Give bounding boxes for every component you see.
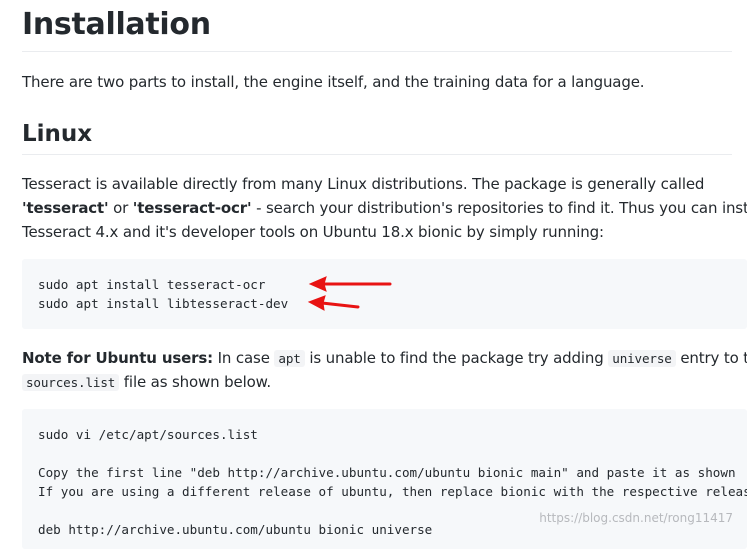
intro-paragraph: There are two parts to install, the engi… [22,70,644,94]
code-line: deb http://archive.ubuntu.com/ubuntu bio… [38,520,432,539]
linux-divider [22,154,732,155]
note-text: is unable to find the package try adding [305,349,609,367]
red-arrow-icon [310,277,390,291]
watermark: https://blog.csdn.net/rong11417 [539,511,733,525]
note-line1: Note for Ubuntu users: In case apt is un… [22,346,747,371]
title-divider [22,51,732,52]
package-name-tesseract: 'tesseract' [22,199,109,217]
note-label: Note for Ubuntu users: [22,349,213,367]
linux-para-line3: Tesseract 4.x and it's developer tools o… [22,220,604,244]
sources-code-block[interactable]: sudo vi /etc/apt/sources.list Copy the f… [22,409,747,549]
note-text: file as shown below. [119,373,271,391]
code-line: sudo apt install tesseract-ocr [38,275,265,294]
linux-para-line2: 'tesseract' or 'tesseract-ocr' - search … [22,196,747,220]
note-text: entry to the [676,349,747,367]
note-line2: sources.list file as shown below. [22,370,271,395]
red-arrow-icon [309,296,358,310]
inline-code-apt: apt [274,350,304,367]
code-line: Copy the first line "deb http://archive.… [38,463,736,482]
code-line: If you are using a different release of … [38,482,747,501]
linux-para-line1: Tesseract is available directly from man… [22,172,704,196]
annotation-arrows-icon [300,270,400,318]
linux-para-line2-rest: - search your distribution's repositorie… [252,199,747,217]
text-or: or [109,199,133,217]
page-title: Installation [22,7,211,43]
inline-code-sources-list: sources.list [22,374,119,391]
code-line: sudo vi /etc/apt/sources.list [38,425,258,444]
linux-heading: Linux [22,119,92,149]
inline-code-universe: universe [608,350,675,367]
package-name-tesseract-ocr: 'tesseract-ocr' [133,199,252,217]
note-text: In case [213,349,274,367]
code-line: sudo apt install libtesseract-dev [38,294,288,313]
